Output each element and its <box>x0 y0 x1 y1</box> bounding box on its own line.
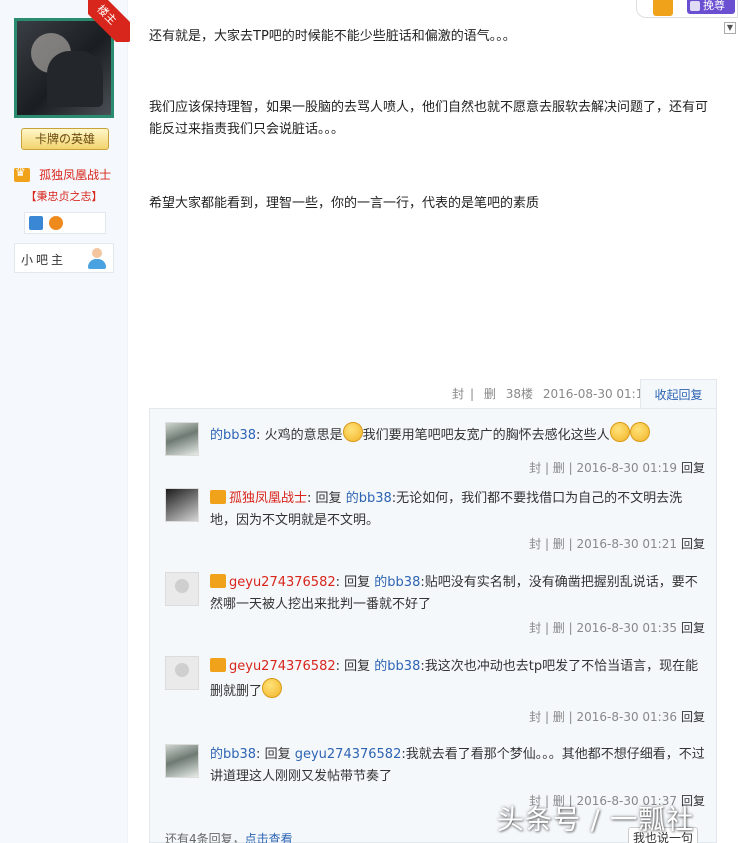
separator: | <box>470 387 475 401</box>
author-sidebar: 楼主 卡牌の英雄 孤独凤凰战士 【秉忠贞之志】 小吧主 <box>0 0 130 843</box>
chevron-down-icon[interactable]: ▼ <box>724 22 736 34</box>
reply-avatar[interactable] <box>165 744 199 778</box>
reply-meta: 封 | 删 | 2016-8-30 01:21 回复 <box>529 537 705 551</box>
reply-avatar[interactable] <box>165 488 199 522</box>
list-item: 孤独凤凰战士: 回复 的bb38:无论如何，我们都不要找借口为自己的不文明去洗地… <box>165 488 705 554</box>
delete-link[interactable]: 删 <box>553 537 565 551</box>
seal-link[interactable]: 封 <box>529 537 541 551</box>
list-item: geyu274376582: 回复 的bb38:贴吧没有实名制，没有确凿把握别乱… <box>165 572 705 638</box>
reply-target[interactable]: geyu274376582 <box>295 747 402 762</box>
reply-user[interactable]: 孤独凤凰战士 <box>229 491 307 506</box>
collapse-replies-button[interactable]: 收起回复 <box>640 379 717 409</box>
game-icon[interactable] <box>49 216 63 230</box>
more-replies-text: 还有4条回复， <box>165 832 245 843</box>
post-paragraph: 还有就是，大家去TP吧的时候能不能少些脏话和偏激的语气。。。 <box>149 29 516 44</box>
reply-meta: 封 | 删 | 2016-8-30 01:35 回复 <box>529 621 705 635</box>
reply-target[interactable]: 的bb38 <box>374 575 420 590</box>
author-role: 小吧主 <box>21 253 67 267</box>
reply-meta: 封 | 删 | 2016-8-30 01:36 回复 <box>529 710 705 724</box>
reply-meta: 封 | 删 | 2016-8-30 01:19 回复 <box>529 461 705 475</box>
sweat-emoji-icon <box>262 678 283 698</box>
author-rank: 【秉忠贞之志】 <box>25 190 103 203</box>
reply-text: 的bb38: 火鸡的意思是 我们要用笔吧吧友宽广的胸怀去感化这些人 <box>210 422 705 447</box>
list-item: geyu274376582: 回复 的bb38:我这次也冲动也去tp吧发了不恰当… <box>165 656 705 726</box>
member-badge[interactable]: 卡牌の英雄 <box>21 128 109 150</box>
seal-link[interactable]: 封 <box>529 710 541 724</box>
reply-time: 2016-8-30 01:19 <box>576 461 677 475</box>
watermark-text: 头条号 / 一瓢社 <box>497 805 695 836</box>
reply-button[interactable]: 回复 <box>681 621 705 635</box>
reply-word: 回复 <box>264 747 291 762</box>
reply-word: 回复 <box>344 659 371 674</box>
seal-link[interactable]: 封 <box>529 621 541 635</box>
reply-user[interactable]: geyu274376582 <box>229 659 336 674</box>
vip-icon[interactable] <box>29 216 43 230</box>
reply-time: 2016-8-30 01:21 <box>576 537 677 551</box>
reply-user[interactable]: geyu274376582 <box>229 575 336 590</box>
reply-body: 火鸡的意思是 <box>264 428 343 443</box>
reply-button[interactable]: 回复 <box>681 537 705 551</box>
reply-user[interactable]: 的bb38 <box>210 428 256 443</box>
seal-link[interactable]: 封 <box>452 387 464 401</box>
reply-time: 2016-8-30 01:36 <box>576 710 677 724</box>
top-widget: 挽尊 <box>636 0 738 18</box>
post-paragraph: 我们应该保持理智，如果一股脑的去骂人喷人，他们自然也就不愿意去服软去解决问题了，… <box>149 100 709 137</box>
author-corner-tag: 楼主 <box>88 0 130 42</box>
delete-link[interactable]: 删 <box>553 710 565 724</box>
reply-avatar[interactable] <box>165 572 199 606</box>
post-tail: 封 | 删 38楼 2016-08-30 01:15 <box>452 385 657 402</box>
reply-time: 2016-8-30 01:35 <box>576 621 677 635</box>
author-tag-label: 楼主 <box>88 0 130 42</box>
author-name-row: 孤独凤凰战士 <box>14 164 128 182</box>
reply-avatar[interactable] <box>165 422 199 456</box>
page: 楼主 卡牌の英雄 孤独凤凰战士 【秉忠贞之志】 小吧主 挽尊 ▼ 还有就是，大家… <box>0 0 738 843</box>
more-replies: 还有4条回复，点击查看 <box>165 830 293 843</box>
list-item: 的bb38: 火鸡的意思是 我们要用笔吧吧友宽广的胸怀去感化这些人 封 | 删 |… <box>165 422 705 482</box>
delete-link[interactable]: 删 <box>484 387 496 401</box>
smile-emoji-icon <box>342 422 363 442</box>
reply-list: 的bb38: 火鸡的意思是 我们要用笔吧吧友宽广的胸怀去感化这些人 封 | 删 |… <box>149 408 717 843</box>
seal-link[interactable]: 封 <box>529 461 541 475</box>
more-replies-link[interactable]: 点击查看 <box>245 832 293 843</box>
reply-button[interactable]: 回复 <box>681 461 705 475</box>
smile-emoji-icon <box>609 422 630 442</box>
crown-icon[interactable] <box>653 0 673 16</box>
crown-icon <box>210 658 226 672</box>
person-icon <box>87 248 107 270</box>
reply-body-cont: 我们要用笔吧吧友宽广的胸怀去感化这些人 <box>362 428 610 443</box>
author-username[interactable]: 孤独凤凰战士 <box>39 168 111 182</box>
reply-text: 孤独凤凰战士: 回复 的bb38:无论如何，我们都不要找借口为自己的不文明去洗地… <box>210 490 683 528</box>
reply-avatar[interactable] <box>165 656 199 690</box>
delete-link[interactable]: 删 <box>553 461 565 475</box>
author-icons <box>24 212 106 234</box>
reply-target[interactable]: 的bb38 <box>346 491 392 506</box>
post-time: 2016-08-30 01:15 <box>542 387 651 401</box>
author-role-box: 小吧主 <box>14 243 114 273</box>
reply-button[interactable]: 回复 <box>681 710 705 724</box>
delete-link[interactable]: 删 <box>553 621 565 635</box>
reply-word: 回复 <box>344 575 371 590</box>
crown-icon <box>210 490 226 504</box>
floor-number: 38楼 <box>505 387 534 401</box>
post-paragraph: 希望大家都能看到，理智一些，你的一言一行，代表的是笔吧的素质 <box>149 196 540 211</box>
crown-icon <box>210 574 226 588</box>
reply-text: geyu274376582: 回复 的bb38:贴吧没有实名制，没有确凿把握别乱… <box>210 574 698 612</box>
reply-target[interactable]: 的bb38 <box>374 659 420 674</box>
reply-user[interactable]: 的bb38 <box>210 747 256 762</box>
reply-text: 的bb38: 回复 geyu274376582:我就去看了看那个梦仙。。。其他都… <box>210 747 705 784</box>
crown-icon <box>14 165 30 182</box>
smile-emoji-icon <box>629 422 650 442</box>
reply-text: geyu274376582: 回复 的bb38:我这次也冲动也去tp吧发了不恰当… <box>210 658 699 699</box>
support-button[interactable]: 挽尊 <box>687 0 735 14</box>
reply-word: 回复 <box>315 491 342 506</box>
